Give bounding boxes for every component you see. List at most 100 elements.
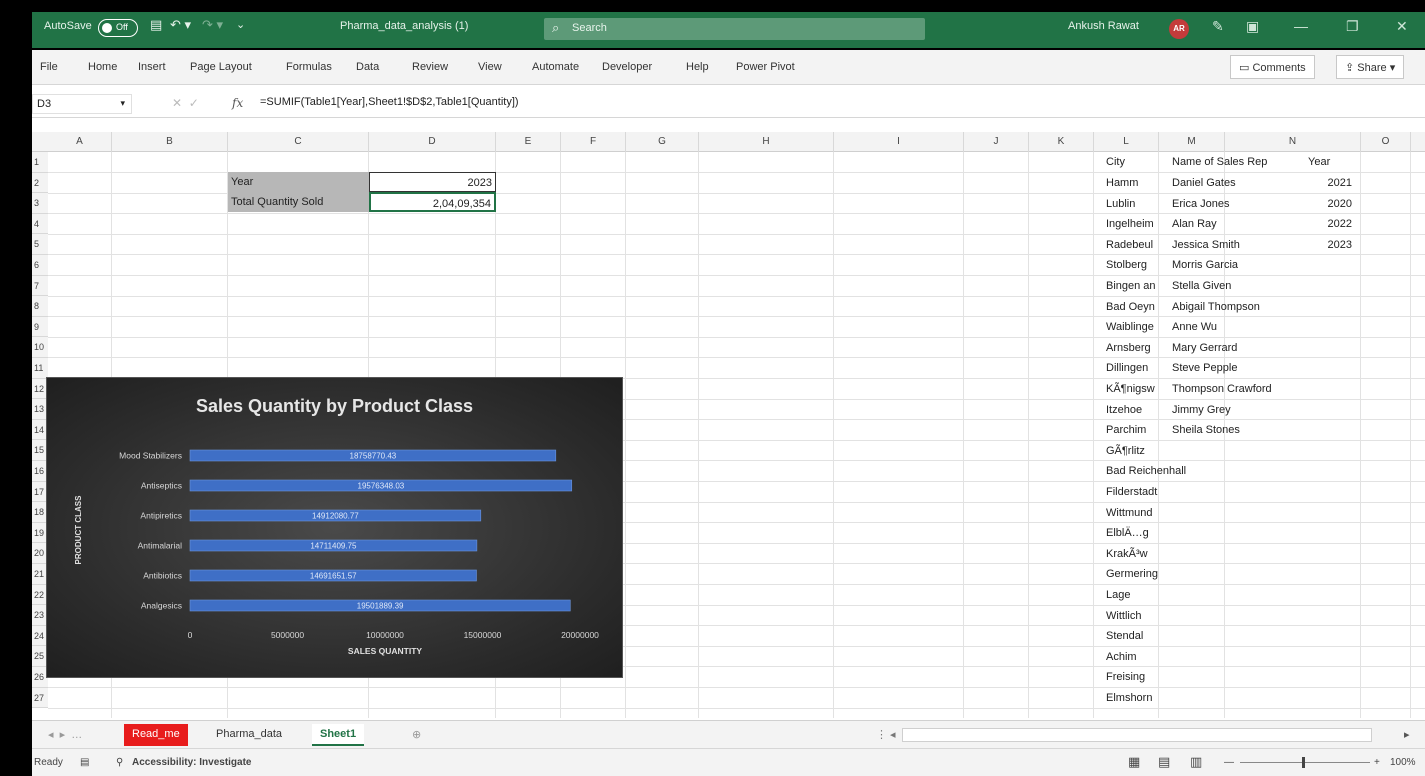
macro-icon[interactable]: ▤ (80, 757, 89, 768)
city-cell[interactable]: GÃ¶rlitz (1103, 441, 1169, 461)
rep-cell[interactable]: Alan Ray (1169, 214, 1305, 234)
row-header-1[interactable]: 1 (32, 152, 48, 173)
row-header-9[interactable]: 9 (32, 316, 48, 338)
rep-cell[interactable]: Stella Given (1169, 276, 1305, 296)
city-cell[interactable]: Freising (1103, 667, 1233, 687)
city-cell[interactable]: Parchim (1103, 420, 1169, 440)
city-cell[interactable]: Achim (1103, 647, 1233, 667)
tab-file[interactable]: File (40, 61, 58, 73)
sales-quantity-chart[interactable]: Sales Quantity by Product Class 18758770… (46, 377, 623, 678)
tab-data[interactable]: Data (356, 61, 379, 73)
page-layout-view-icon[interactable]: ▤ (1158, 754, 1170, 770)
formula-input[interactable]: =SUMIF(Table1[Year],Sheet1!$D$2,Table1[Q… (260, 96, 519, 108)
city-cell[interactable]: Wittmund (1103, 503, 1233, 523)
rep-cell[interactable]: Abigail Thompson (1169, 297, 1305, 317)
pen-icon[interactable]: ✎ (1212, 18, 1224, 35)
zoom-slider-thumb[interactable] (1302, 757, 1305, 768)
total-value-cell[interactable]: 2,04,09,354 (369, 192, 496, 212)
undo-icon[interactable]: ↶ ▾ (170, 17, 191, 33)
city-cell[interactable]: Dillingen (1103, 358, 1169, 378)
scroll-right-icon[interactable]: ▸ (1396, 724, 1418, 746)
col-header-o[interactable]: O (1361, 132, 1411, 152)
tab-power-pivot[interactable]: Power Pivot (736, 61, 795, 73)
tab-help[interactable]: Help (686, 61, 709, 73)
save-icon[interactable]: ▤ (150, 17, 162, 33)
col-header-i[interactable]: I (834, 132, 964, 152)
cancel-confirm-icons[interactable]: ✕ ✓ (172, 96, 199, 110)
restore-icon[interactable]: ❐ (1346, 18, 1359, 35)
search-box[interactable]: ⌕ Search (544, 18, 925, 40)
col-header-d[interactable]: D (369, 132, 496, 152)
rep-cell[interactable]: Anne Wu (1169, 317, 1305, 337)
row-header-7[interactable]: 7 (32, 275, 48, 297)
col-header-e[interactable]: E (496, 132, 561, 152)
add-sheet-icon[interactable]: ⊕ (404, 724, 429, 746)
city-cell[interactable]: Hamm (1103, 173, 1169, 193)
sheet-tab-pharma-data[interactable]: Pharma_data (208, 724, 290, 746)
rep-cell[interactable]: Morris Garcia (1169, 255, 1305, 275)
hscroll-menu-icon[interactable]: ⋮ ◂ (868, 724, 904, 746)
rep-cell[interactable]: Mary Gerrard (1169, 338, 1305, 358)
row-header-2[interactable]: 2 (32, 172, 48, 194)
col-header-k[interactable]: K (1029, 132, 1094, 152)
rep-cell[interactable]: Erica Jones (1169, 194, 1305, 214)
tab-view[interactable]: View (478, 61, 502, 73)
row-header-5[interactable]: 5 (32, 234, 48, 255)
sheet-nav-arrows[interactable]: ◂ ▸ … (40, 724, 90, 746)
col-header-a[interactable]: A (48, 132, 112, 152)
customize-toolbar-icon[interactable]: ⌄ (236, 18, 245, 31)
city-cell[interactable]: Lublin (1103, 194, 1169, 214)
zoom-in-icon[interactable]: + (1374, 757, 1380, 768)
city-cell[interactable]: Wittlich (1103, 606, 1233, 626)
col-header-b[interactable]: B (112, 132, 228, 152)
rep-header[interactable]: Name of Sales Rep (1169, 152, 1305, 172)
col-header-m[interactable]: M (1159, 132, 1225, 152)
normal-view-icon[interactable]: ▦ (1128, 754, 1140, 770)
sheet-tab-sheet1[interactable]: Sheet1 (312, 724, 365, 746)
city-cell[interactable]: Lage (1103, 585, 1233, 605)
minimize-icon[interactable]: — (1294, 18, 1308, 34)
city-cell[interactable]: ElblÄ…g (1103, 523, 1233, 543)
close-icon[interactable]: ✕ (1396, 18, 1408, 35)
autosave-toggle[interactable]: Off (98, 19, 138, 37)
city-cell[interactable]: Ingelheim (1103, 214, 1169, 234)
year-header[interactable]: Year (1305, 152, 1355, 172)
city-cell[interactable]: Arnsberg (1103, 338, 1169, 358)
row-header-3[interactable]: 3 (32, 193, 48, 214)
row-header-11[interactable]: 11 (32, 358, 48, 379)
comments-button[interactable]: ▭ Comments (1230, 55, 1315, 79)
col-header-g[interactable]: G (626, 132, 699, 152)
tab-developer[interactable]: Developer (602, 61, 652, 73)
name-box[interactable]: D3 ▾ (32, 94, 132, 114)
year-label-cell[interactable]: Year (228, 172, 369, 192)
zoom-level[interactable]: 100% (1390, 757, 1416, 768)
tab-page-layout[interactable]: Page Layout (190, 61, 252, 73)
col-header-f[interactable]: F (561, 132, 626, 152)
zoom-slider[interactable] (1240, 762, 1370, 763)
zoom-out-icon[interactable]: — (1224, 757, 1234, 768)
tab-insert[interactable]: Insert (138, 61, 166, 73)
city-cell[interactable]: Bad Reichenhall (1103, 461, 1233, 481)
ribbon-display-icon[interactable]: ▣ (1246, 18, 1259, 35)
file-name[interactable]: Pharma_data_analysis (1) (340, 20, 468, 32)
year-cell[interactable]: 2023 (1305, 235, 1355, 255)
col-header-c[interactable]: C (228, 132, 369, 152)
year-cell[interactable]: 2020 (1305, 194, 1355, 214)
share-button[interactable]: ⇪ Share ▾ (1336, 55, 1405, 79)
year-cell[interactable]: 2021 (1305, 173, 1355, 193)
tab-automate[interactable]: Automate (532, 61, 579, 73)
city-cell[interactable]: Bad Oeyn (1103, 297, 1169, 317)
col-header-h[interactable]: H (699, 132, 834, 152)
rep-cell[interactable]: Sheila Stones (1169, 420, 1305, 440)
rep-cell[interactable]: Daniel Gates (1169, 173, 1305, 193)
city-cell[interactable]: Germering (1103, 564, 1233, 584)
city-cell[interactable]: Itzehoe (1103, 400, 1169, 420)
year-cell[interactable]: 2022 (1305, 214, 1355, 234)
row-header-6[interactable]: 6 (32, 255, 48, 276)
row-header-4[interactable]: 4 (32, 213, 48, 235)
insert-function-icon[interactable]: fx (232, 96, 243, 110)
tab-formulas[interactable]: Formulas (286, 61, 332, 73)
city-cell[interactable]: Filderstadt (1103, 482, 1233, 502)
avatar[interactable]: AR (1169, 19, 1189, 39)
city-cell[interactable]: Bingen an (1103, 276, 1169, 296)
